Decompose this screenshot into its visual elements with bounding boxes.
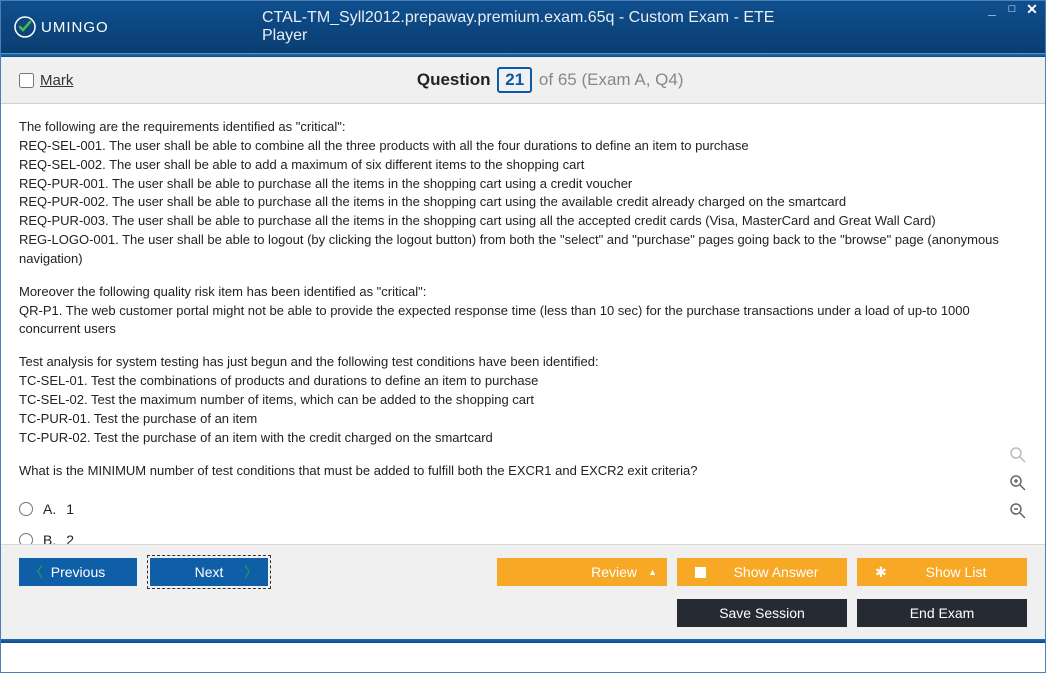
- end-exam-button[interactable]: End Exam: [857, 599, 1027, 627]
- close-icon[interactable]: ✕: [1025, 3, 1039, 15]
- req-line: REQ-PUR-002. The user shall be able to p…: [19, 194, 846, 209]
- zoom-in-icon[interactable]: [1007, 472, 1029, 494]
- chevron-right-icon: 〉: [244, 562, 258, 582]
- search-icon[interactable]: [1007, 444, 1029, 466]
- footer: 〈 Previous Next 〉 Review ▲ Show Answer ✱…: [1, 544, 1045, 639]
- question-number: 21: [497, 67, 532, 93]
- answer-letter: B.: [43, 530, 56, 544]
- title-bar: UMINGO CTAL-TM_Syll2012.prepaway.premium…: [1, 1, 1045, 53]
- previous-label: Previous: [51, 564, 105, 580]
- risk-intro: Moreover the following quality risk item…: [19, 284, 426, 299]
- zoom-tools: [1007, 444, 1029, 522]
- cond-line: TC-PUR-01. Test the purchase of an item: [19, 411, 257, 426]
- triangle-up-icon: ▲: [648, 567, 657, 577]
- app-logo: UMINGO: [13, 15, 109, 39]
- mark-checkbox[interactable]: Mark: [19, 72, 73, 89]
- question-content: The following are the requirements ident…: [1, 104, 1045, 544]
- review-label: Review: [591, 564, 637, 580]
- cond-line: TC-SEL-01. Test the combinations of prod…: [19, 373, 538, 388]
- next-label: Next: [195, 564, 224, 580]
- risk-block: Moreover the following quality risk item…: [19, 283, 1027, 340]
- answer-text: 1: [66, 499, 74, 519]
- question-word: Question: [417, 70, 491, 89]
- mark-input[interactable]: [19, 73, 34, 88]
- conditions-block: Test analysis for system testing has jus…: [19, 353, 1027, 447]
- show-list-button[interactable]: ✱ Show List: [857, 558, 1027, 586]
- answer-option-a[interactable]: A. 1: [19, 494, 1027, 524]
- maximize-icon[interactable]: □: [1005, 3, 1019, 15]
- req-intro: The following are the requirements ident…: [19, 119, 345, 134]
- zoom-out-icon[interactable]: [1007, 500, 1029, 522]
- review-button[interactable]: Review ▲: [497, 558, 667, 586]
- cond-line: TC-PUR-02. Test the purchase of an item …: [19, 430, 493, 445]
- show-answer-label: Show Answer: [734, 564, 819, 580]
- next-focus-ring: Next 〉: [147, 555, 271, 589]
- answer-letter: A.: [43, 499, 56, 519]
- logo-text: UMINGO: [41, 19, 109, 36]
- cond-line: TC-SEL-02. Test the maximum number of it…: [19, 392, 534, 407]
- window-controls: _ □ ✕: [985, 3, 1039, 15]
- question-header: Mark Question 21 of 65 (Exam A, Q4): [1, 57, 1045, 104]
- save-session-button[interactable]: Save Session: [677, 599, 847, 627]
- req-line: REQ-SEL-001. The user shall be able to c…: [19, 138, 749, 153]
- end-exam-label: End Exam: [910, 605, 975, 621]
- answer-radio[interactable]: [19, 502, 33, 516]
- save-session-label: Save Session: [719, 605, 805, 621]
- asterisk-icon: ✱: [875, 564, 887, 581]
- show-list-label: Show List: [926, 564, 987, 580]
- req-line: REQ-PUR-003. The user shall be able to p…: [19, 213, 936, 228]
- req-line: REQ-SEL-002. The user shall be able to a…: [19, 157, 584, 172]
- chevron-left-icon: 〈: [29, 562, 43, 582]
- next-button[interactable]: Next 〉: [150, 558, 268, 586]
- analysis-intro: Test analysis for system testing has jus…: [19, 354, 599, 369]
- previous-button[interactable]: 〈 Previous: [19, 558, 137, 586]
- req-line: REG-LOGO-001. The user shall be able to …: [19, 232, 999, 266]
- answer-option-b[interactable]: B. 2: [19, 525, 1027, 544]
- mark-label: Mark: [40, 72, 73, 89]
- req-line: REQ-PUR-001. The user shall be able to p…: [19, 176, 632, 191]
- square-icon: [695, 567, 706, 578]
- logo-check-icon: [13, 15, 37, 39]
- question-indicator: Question 21 of 65 (Exam A, Q4): [73, 67, 1027, 93]
- answers-list: A. 1 B. 2 C. 3 D. 4: [19, 494, 1027, 544]
- answer-radio[interactable]: [19, 533, 33, 544]
- show-answer-button[interactable]: Show Answer: [677, 558, 847, 586]
- window-title: CTAL-TM_Syll2012.prepaway.premium.exam.6…: [262, 9, 784, 45]
- risk-line: QR-P1. The web customer portal might not…: [19, 303, 970, 337]
- minimize-icon[interactable]: _: [985, 3, 999, 15]
- question-total: of 65 (Exam A, Q4): [539, 70, 684, 89]
- question-prompt: What is the MINIMUM number of test condi…: [19, 462, 1027, 481]
- requirements-block: The following are the requirements ident…: [19, 118, 1027, 269]
- answer-text: 2: [66, 530, 74, 544]
